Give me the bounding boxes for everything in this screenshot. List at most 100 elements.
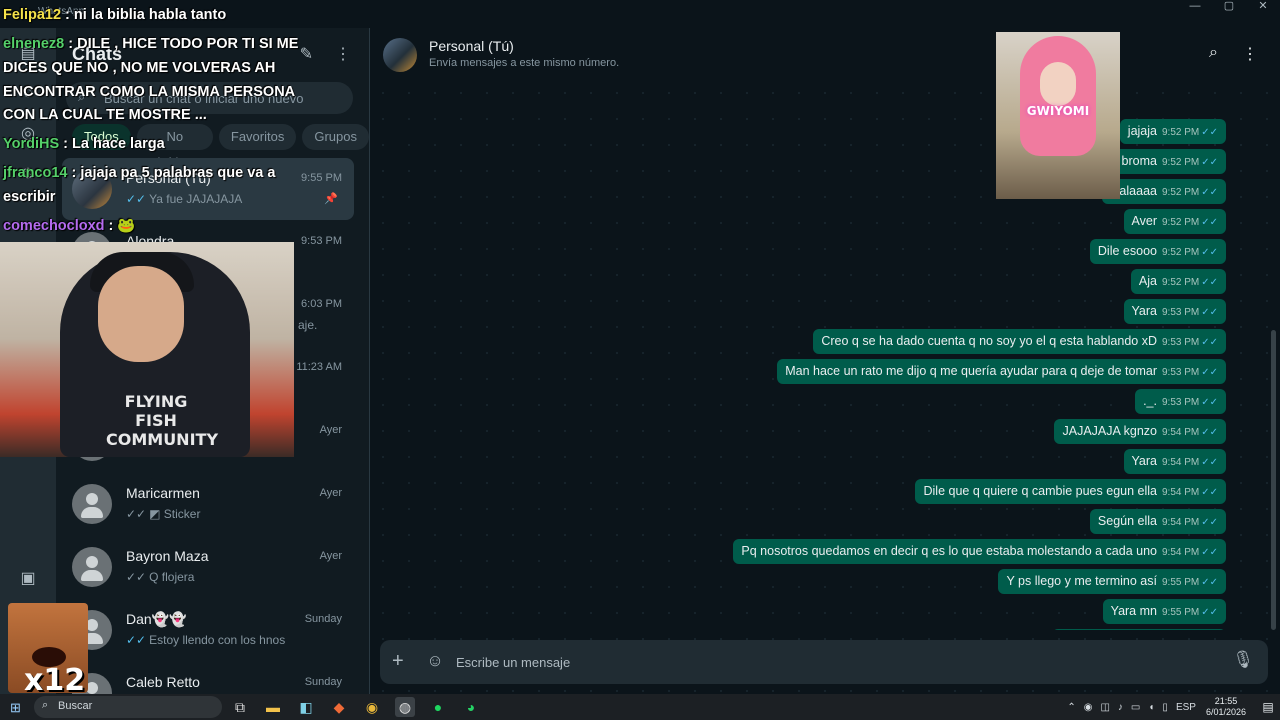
windows-start-icon[interactable]: ⊞ (10, 700, 21, 716)
microphone-icon[interactable]: 🎙 (1232, 650, 1254, 670)
close-window-button[interactable]: ✕ (1246, 0, 1280, 14)
message-bubble[interactable]: jajaja 9:52 PM ✓✓ (1119, 119, 1226, 144)
tray-overflow-icon[interactable]: ⌃ (1067, 702, 1075, 713)
volume-icon[interactable]: ◖ (1148, 702, 1154, 713)
video-clip-overlay: GWIYOMI (996, 32, 1120, 199)
spotify-icon[interactable]: ● (428, 697, 448, 717)
contact-subtitle: Envía mensajes a este mismo número. (429, 57, 620, 69)
avatar (72, 547, 112, 587)
chat-time: 6:03 PM (301, 298, 342, 310)
message-input[interactable] (456, 652, 1216, 672)
message-bubble[interactable]: Dile esooo 9:52 PM ✓✓ (1089, 239, 1226, 264)
camera-icon[interactable]: ◫ (1100, 702, 1109, 713)
clock[interactable]: 21:55 6/01/2026 (1206, 696, 1246, 718)
chat-time: 9:55 PM (301, 172, 342, 184)
filter-favorites[interactable]: Favoritos (218, 124, 297, 150)
filter-groups[interactable]: Grupos (302, 124, 369, 150)
message-bubble[interactable]: Y ps llego y me termino así 9:55 PM ✓✓ (998, 569, 1226, 594)
network-icon[interactable]: ▭ (1131, 702, 1140, 713)
chat-item[interactable]: Bayron Maza Ayer ✓✓ Q flojera (62, 536, 354, 598)
menu-dots-icon[interactable]: ⋮ (1242, 44, 1258, 64)
search-icon[interactable]: ⌕ (1209, 44, 1218, 64)
message-time: 9:54 PM (1161, 487, 1200, 498)
emote-count: x12 (24, 663, 86, 693)
task-view-icon[interactable]: ⧉ (230, 697, 250, 717)
stream-chat-line: CON LA CUAL TE MOSTRE ... (3, 104, 207, 127)
brave-icon[interactable]: ◆ (329, 697, 349, 717)
read-check-icon: ✓✓ (1201, 247, 1218, 258)
message-bubble[interactable]: lvalaaaa 9:52 PM ✓✓ (1102, 179, 1226, 204)
whatsapp-icon[interactable]: ◕ (461, 697, 481, 717)
system-tray: ⌃ ◉ ◫ ♪ ▭ ◖ ▯ ESP 21:55 6/01/2026 ▤ (1063, 694, 1280, 720)
message-bubble[interactable]: ._. 9:53 PM ✓✓ (1135, 389, 1226, 414)
contact-avatar[interactable] (383, 38, 417, 72)
message-bubble[interactable]: Aja 9:52 PM ✓✓ (1130, 269, 1226, 294)
message-text: Yara (1131, 304, 1157, 318)
chat-preview: ✓✓ Ya fue JAJAJAJA (126, 192, 243, 206)
read-check-icon: ✓✓ (126, 192, 147, 206)
stream-chat-text: 🐸 (117, 218, 136, 234)
new-chat-icon[interactable]: ✎ (300, 44, 313, 64)
taskbar: ⊞ ⌕ Buscar ⧉ ▬ ◧ ◆ ◉ ◍ ● ◕ ⌃ ◉ ◫ ♪ ▭ ◖ ▯… (0, 694, 1280, 720)
record-icon[interactable]: ◉ (1084, 702, 1093, 713)
contact-name[interactable]: Personal (Tú) (429, 38, 514, 54)
clip-label: GWIYOMI (1026, 104, 1090, 118)
message-bubble[interactable]: Dile que q quiere q cambie pues egun ell… (915, 479, 1226, 504)
message-bubble[interactable]: Yara mn 9:55 PM ✓✓ (1102, 599, 1226, 624)
media-icon[interactable]: ▣ (18, 569, 38, 589)
message-bubble[interactable]: Aver 9:52 PM ✓✓ (1123, 209, 1226, 234)
message-scrollbar[interactable] (1271, 330, 1276, 630)
maximize-button[interactable]: ▢ (1212, 0, 1246, 14)
notes-icon[interactable]: ◧ (296, 697, 316, 717)
read-check-icon: ✓✓ (1201, 217, 1218, 228)
language-indicator[interactable]: ESP (1176, 702, 1196, 713)
conversation-actions: ⌕ ⋮ (1209, 44, 1258, 64)
message-bubble[interactable]: Yara 9:54 PM ✓✓ (1123, 449, 1226, 474)
message-bubble[interactable]: Yara 9:53 PM ✓✓ (1123, 299, 1226, 324)
notifications-icon[interactable]: ▤ (1256, 700, 1280, 714)
message-bubble[interactable]: Pq nosotros quedamos en decir q es lo qu… (733, 539, 1226, 564)
emoji-sticker-icon[interactable]: ☺ (424, 650, 446, 672)
message-text: Y ps llego y me termino así (1006, 574, 1157, 588)
stream-chat-line: jfranco14 : jajaja pa 5 palabras que va … (3, 165, 276, 181)
stream-chat-line: comechocloxd : 🐸 (3, 218, 136, 234)
message-time: 9:55 PM (1161, 607, 1200, 618)
taskbar-search[interactable]: ⌕ Buscar (34, 696, 222, 718)
conversation-header[interactable]: Personal (Tú) Envía mensajes a este mism… (370, 28, 1280, 82)
message-time: 9:53 PM (1161, 367, 1200, 378)
message-text: Dile que q quiere q cambie pues egun ell… (923, 484, 1157, 498)
chat-item[interactable]: Dan👻👻 Sunday ✓✓ Estoy llendo con los hnos (62, 599, 354, 661)
mic-tray-icon[interactable]: ♪ (1118, 702, 1123, 713)
webcam-overlay: FLYING FISH COMMUNITY (0, 242, 294, 457)
stream-chat-line: YordiHS : La hace larga (3, 136, 165, 152)
attach-icon[interactable]: + (392, 649, 404, 673)
streamer-face (98, 266, 184, 362)
battery-icon[interactable]: ▯ (1162, 702, 1168, 713)
message-time: 9:52 PM (1161, 247, 1200, 258)
chat-item[interactable]: Maricarmen Ayer ✓✓ ◩ Sticker (62, 473, 354, 535)
chat-preview: ✓✓ ◩ Sticker (126, 507, 201, 521)
message-bubble[interactable]: JAJAJAJA kgnzo 9:54 PM ✓✓ (1054, 419, 1226, 444)
stream-chat-username: elnenez8 (3, 36, 65, 52)
message-composer: + ☺ 🎙 (380, 640, 1268, 684)
message-text: ._. (1143, 394, 1157, 408)
clock-time: 21:55 (1214, 696, 1238, 706)
message-bubble[interactable]: Creo q se ha dado cuenta q no soy yo el … (813, 329, 1226, 354)
stream-chat-text: La hace larga (72, 136, 165, 152)
message-bubble[interactable]: Man hace un rato me dijo q me quería ayu… (777, 359, 1226, 384)
message-bubble[interactable]: Ya fue JAJAJAJA9:55 PM✓✓ (1051, 629, 1226, 630)
file-explorer-icon[interactable]: ▬ (263, 697, 283, 717)
chrome-icon[interactable]: ◉ (362, 697, 382, 717)
message-bubble[interactable]: Según ella 9:54 PM ✓✓ (1089, 509, 1226, 534)
message-time: 9:52 PM (1161, 187, 1200, 198)
message-bubble[interactable]: s broma 9:52 PM ✓✓ (1103, 149, 1226, 174)
menu-dots-icon[interactable]: ⋮ (335, 44, 351, 64)
taskbar-search-label: Buscar (58, 700, 93, 712)
stream-chat-text: jajaja pa 5 palabras que va a (80, 165, 276, 181)
stream-chat-line: escribir (3, 186, 55, 209)
chat-item[interactable]: Caleb Retto Sunday (62, 662, 354, 694)
minimize-button[interactable]: — (1178, 0, 1212, 14)
shirt-text: FLYING FISH COMMUNITY (106, 392, 219, 449)
obs-icon[interactable]: ◍ (395, 697, 415, 717)
chat-name: Bayron Maza (126, 548, 209, 564)
